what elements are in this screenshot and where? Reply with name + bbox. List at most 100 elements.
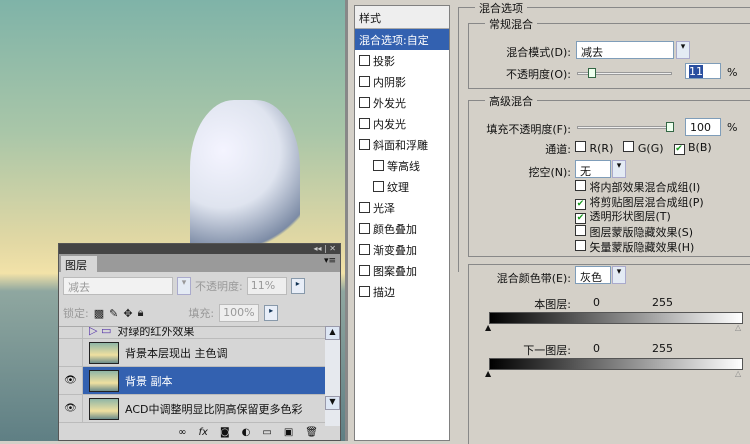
underlying-gradient-slider[interactable] (489, 358, 743, 370)
style-blending-options[interactable]: 混合选项:自定 (355, 29, 449, 50)
style-stroke[interactable]: 描边 (355, 281, 449, 302)
option-layer-mask-hides[interactable]: 图层蒙版隐藏效果(S) (575, 224, 704, 241)
slider-black-handle[interactable]: ▲ (485, 323, 491, 332)
option-blend-interior[interactable]: 将内部效果混合成组(I) (575, 180, 704, 196)
style-checkbox[interactable] (359, 286, 370, 297)
style-satin[interactable]: 光泽 (355, 197, 449, 218)
layer-blend-mode-select[interactable]: 减去 (63, 277, 173, 295)
folder-icon[interactable]: ▭ (262, 427, 271, 438)
style-inner-shadow[interactable]: 内阴影 (355, 71, 449, 92)
styles-header[interactable]: 样式 (355, 6, 449, 29)
style-checkbox[interactable] (359, 55, 370, 66)
this-layer-max: 255 (652, 296, 673, 309)
style-checkbox[interactable] (359, 265, 370, 276)
chevron-down-icon[interactable]: ▾ (676, 41, 690, 59)
opacity-slider[interactable] (577, 68, 672, 78)
style-label: 描边 (373, 285, 395, 299)
brush-icon[interactable]: ✎ (109, 307, 118, 320)
blend-if-select[interactable]: 灰色 (575, 266, 611, 284)
style-label: 斜面和浮雕 (373, 138, 428, 152)
panel-menu-icon[interactable]: ▾≡ (324, 256, 336, 266)
style-checkbox[interactable] (373, 160, 384, 171)
link-icon[interactable]: ∞ (178, 427, 186, 438)
style-checkbox[interactable] (359, 139, 370, 150)
new-layer-icon[interactable]: ▣ (284, 427, 293, 438)
adjustment-icon[interactable]: ◐ (242, 427, 251, 438)
style-checkbox[interactable] (373, 181, 384, 192)
style-gradient-overlay[interactable]: 渐变叠加 (355, 239, 449, 260)
this-layer-gradient-slider[interactable] (489, 312, 743, 324)
visibility-toggle[interactable] (59, 339, 83, 366)
style-color-overlay[interactable]: 颜色叠加 (355, 218, 449, 239)
channel-r-checkbox[interactable]: R(R) (575, 141, 613, 155)
style-texture[interactable]: 纹理 (355, 176, 449, 197)
channel-b-checkbox[interactable]: ✔ B(B) (673, 141, 712, 155)
visibility-toggle[interactable] (59, 327, 83, 338)
style-checkbox[interactable] (359, 244, 370, 255)
group-title: 高级混合 (485, 93, 537, 109)
slider-black-handle[interactable]: ▲ (485, 369, 491, 378)
group-title: 常规混合 (485, 16, 537, 32)
mask-icon[interactable]: ◙ (220, 427, 230, 438)
style-checkbox[interactable] (359, 223, 370, 234)
layer-row[interactable]: 👁︎ 背景 副本 (59, 367, 325, 395)
style-drop-shadow[interactable]: 投影 (355, 50, 449, 71)
trash-icon[interactable]: 🗑︎ (305, 427, 318, 438)
lock-icon[interactable]: 🔒︎ (138, 306, 144, 320)
layer-name: 背景 副本 (125, 374, 173, 388)
fill-opacity-input[interactable]: 100 (685, 118, 721, 136)
opacity-arrow-button[interactable]: ▸ (290, 278, 305, 294)
lock-transparent-icon[interactable]: ▩ (94, 307, 104, 320)
eye-icon[interactable]: 👁︎ (59, 395, 83, 422)
channel-g-checkbox[interactable]: G(G) (623, 141, 664, 155)
layer-row[interactable]: 背景本层现出 主色调 (59, 339, 325, 367)
style-contour[interactable]: 等高线 (355, 155, 449, 176)
style-checkbox[interactable] (359, 76, 370, 87)
layer-opacity-input[interactable]: 11% (246, 277, 287, 295)
panel-collapse-icon[interactable]: ◂◂ | ✕ (59, 244, 340, 254)
fill-arrow-button[interactable]: ▸ (264, 305, 279, 321)
blend-mode-select[interactable]: 减去 (576, 41, 674, 59)
slider-knob[interactable] (587, 68, 596, 78)
this-layer-min: 0 (593, 296, 600, 309)
layers-panel: ◂◂ | ✕ 图层 ▾≡ 减去 ▾ 不透明度: 11% ▸ 锁定: ▩ ✎ ✥ 🔒… (58, 243, 341, 441)
knockout-select[interactable]: 无 (575, 160, 611, 178)
style-label: 图案叠加 (373, 264, 417, 278)
scroll-down-icon[interactable]: ▼ (325, 396, 340, 410)
style-checkbox[interactable] (359, 202, 370, 213)
scroll-up-icon[interactable]: ▲ (325, 326, 340, 340)
layer-row[interactable]: ▷ ▭ 对绿的红外效果 (59, 327, 325, 339)
layer-fill-input[interactable]: 100% (219, 304, 260, 322)
layer-style-dialog: 样式 混合选项:自定 投影 内阴影 外发光 内发光 斜面和浮雕 等高线 纹理 光… (345, 0, 750, 444)
fx-icon[interactable]: fx (199, 427, 208, 438)
style-outer-glow[interactable]: 外发光 (355, 92, 449, 113)
slider-white-handle[interactable]: △ (735, 323, 741, 332)
style-label: 渐变叠加 (373, 243, 417, 257)
layers-scrollbar[interactable]: ▲ ▼ (325, 326, 340, 426)
group-arrow-icon[interactable]: ▷ ▭ (89, 327, 111, 337)
option-blend-clipped[interactable]: ✔ 将剪贴图层混合成组(P) (575, 196, 704, 211)
style-bevel-emboss[interactable]: 斜面和浮雕 (355, 134, 449, 155)
fill-opacity-slider[interactable] (577, 122, 674, 132)
style-checkbox[interactable] (359, 118, 370, 129)
option-vector-mask-hides[interactable]: 矢量蒙版隐藏效果(H) (575, 240, 704, 256)
style-label: 等高线 (387, 159, 420, 173)
slider-knob[interactable] (666, 122, 674, 132)
style-pattern-overlay[interactable]: 图案叠加 (355, 260, 449, 281)
option-transparency-shapes[interactable]: ✔ 透明形状图层(T) (575, 210, 704, 225)
style-inner-glow[interactable]: 内发光 (355, 113, 449, 134)
opacity-label: 不透明度: (195, 280, 243, 293)
chevron-down-icon[interactable]: ▾ (612, 160, 626, 178)
layer-thumbnail (89, 341, 119, 364)
opacity-input[interactable]: 11 (685, 63, 721, 79)
slider-white-handle[interactable]: △ (735, 369, 741, 378)
styles-list: 样式 混合选项:自定 投影 内阴影 外发光 内发光 斜面和浮雕 等高线 纹理 光… (354, 5, 450, 441)
chevron-down-icon[interactable]: ▾ (612, 266, 626, 284)
style-checkbox[interactable] (359, 97, 370, 108)
eye-icon[interactable]: 👁︎ (59, 367, 83, 394)
move-icon[interactable]: ✥ (123, 307, 132, 320)
layer-thumbnail (89, 369, 119, 392)
chevron-down-icon[interactable]: ▾ (177, 277, 191, 295)
tab-layers[interactable]: 图层 (61, 256, 97, 272)
layer-row[interactable]: 👁︎ ACD中调整明显比阴高保留更多色彩 (59, 395, 325, 423)
